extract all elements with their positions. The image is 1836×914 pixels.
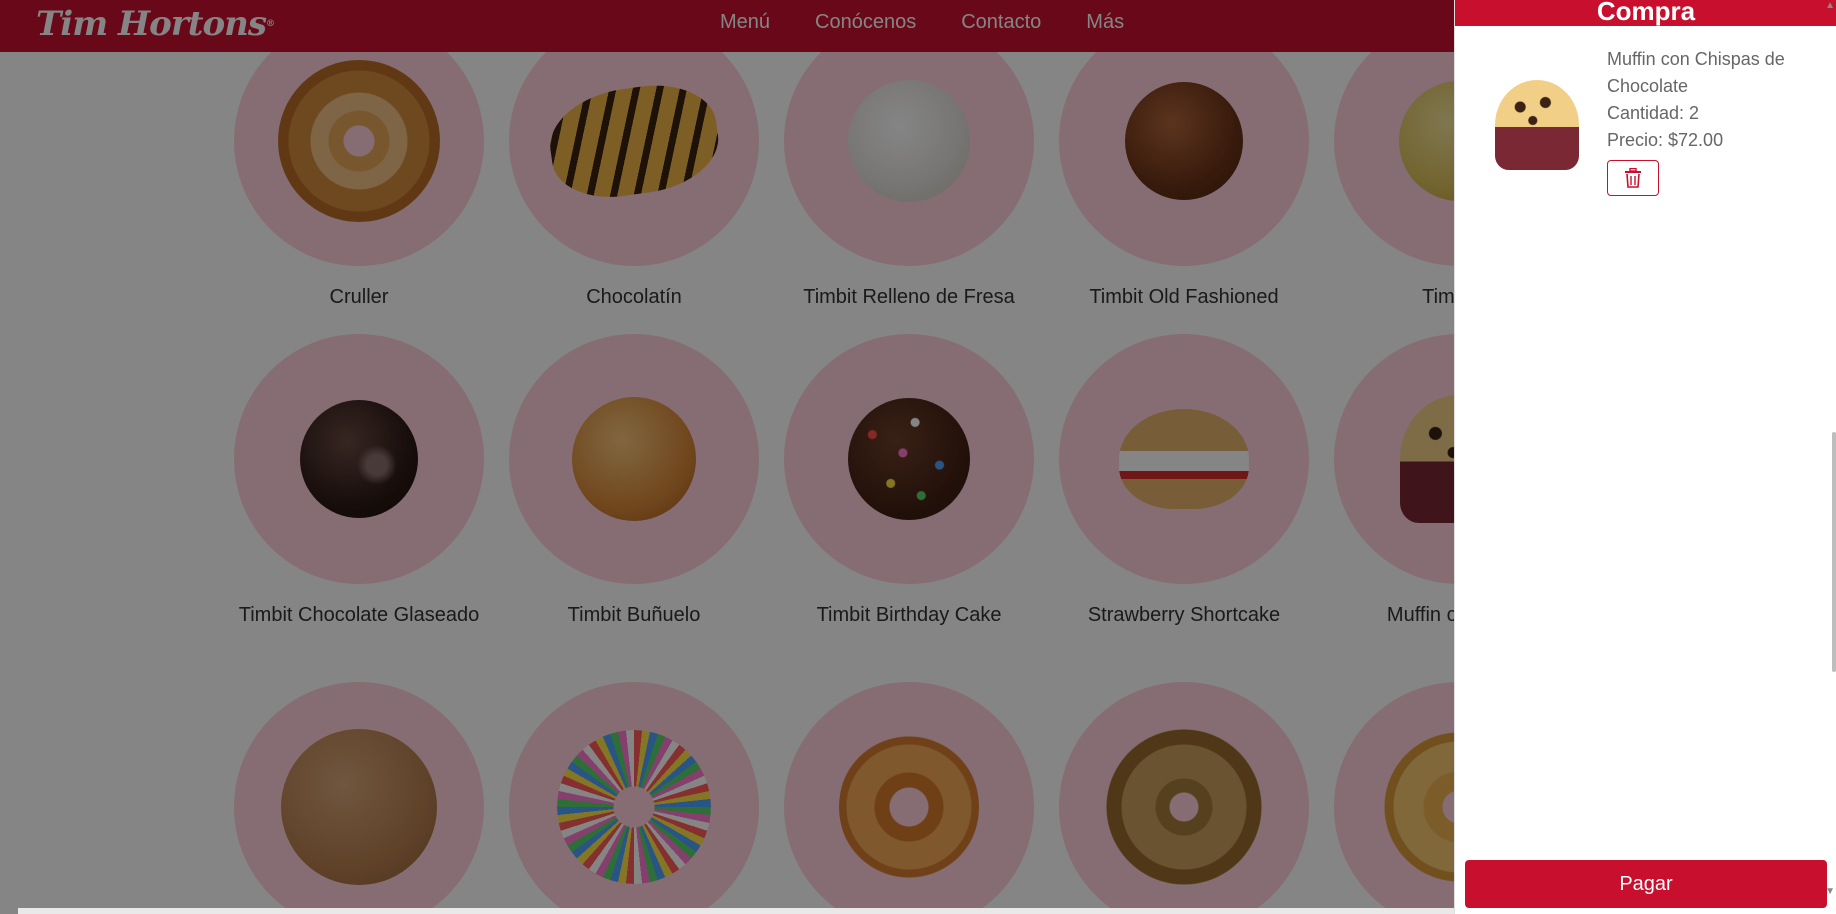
vertical-scrollbar-thumb[interactable] [1832, 432, 1836, 672]
page: Cruller Chocolatín Timbit Relleno de Fre… [0, 0, 1836, 914]
scroll-up-icon[interactable]: ▲ [1825, 0, 1835, 11]
delete-item-button[interactable] [1607, 160, 1659, 196]
trash-icon [1625, 168, 1641, 188]
cart-item-quantity: Cantidad: 2 [1607, 103, 1700, 123]
cart-item-price: Precio: $72.00 [1607, 130, 1724, 150]
muffin-image [1495, 80, 1579, 170]
cart-item-details: Muffin con Chispas de Chocolate Cantidad… [1607, 46, 1817, 196]
horizontal-scrollbar[interactable] [18, 908, 1458, 914]
pay-button[interactable]: Pagar [1465, 860, 1827, 908]
cart-item-image [1487, 52, 1587, 172]
scroll-down-icon[interactable]: ▼ [1825, 886, 1835, 897]
cart-panel: Compra Muffin con Chispas de Chocolate C… [1454, 0, 1836, 914]
cart-title: Compra [1455, 0, 1836, 26]
cart-item-name: Muffin con Chispas de Chocolate [1607, 49, 1785, 96]
